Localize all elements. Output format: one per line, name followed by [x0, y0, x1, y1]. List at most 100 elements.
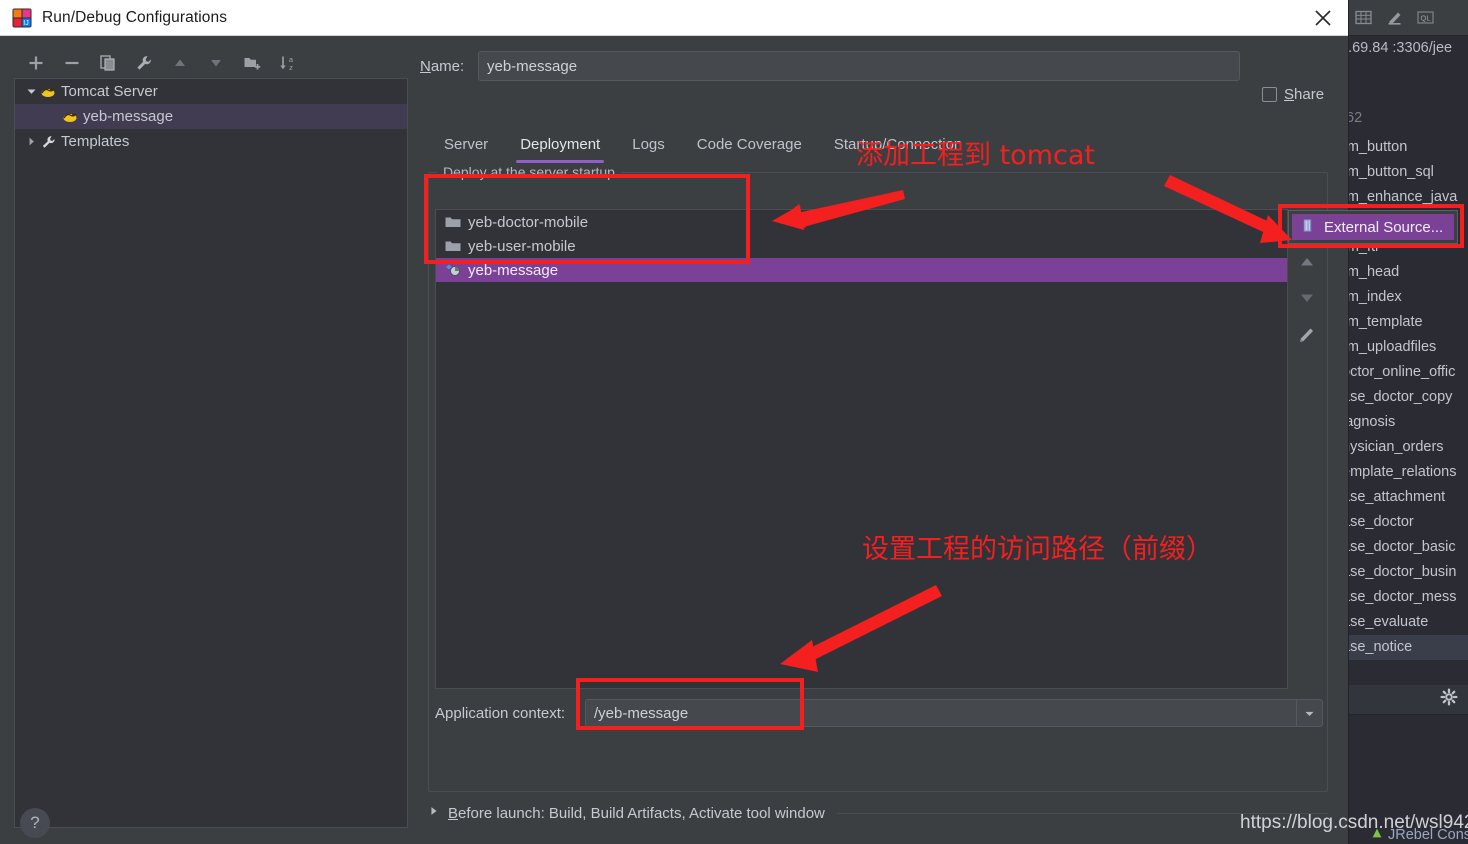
before-launch-section[interactable]: Before launch: Build, Build Artifacts, A… — [428, 801, 1328, 825]
before-launch-label: Before launch: Build, Build Artifacts, A… — [448, 804, 825, 822]
dialog-body: a z Tomcat Server yeb-message Templates ? … — [0, 36, 1348, 844]
share-checkbox[interactable]: Share — [1262, 86, 1324, 103]
background-line-number: 62 — [1346, 110, 1363, 126]
background-table-row[interactable]: octor_online_offic — [1340, 360, 1468, 385]
chevron-down-icon[interactable] — [23, 86, 39, 97]
configurations-tree[interactable]: Tomcat Server yeb-message Templates — [14, 78, 408, 828]
background-table-row[interactable]: hysician_orders — [1340, 435, 1468, 460]
tab-logs[interactable]: Logs — [616, 132, 681, 163]
external-source-popup[interactable]: External Source... — [1288, 210, 1458, 244]
intellij-idea-icon: IJ — [12, 8, 32, 28]
configurations-toolbar: a z — [14, 46, 408, 80]
background-table-row[interactable]: ase_doctor_basic — [1340, 535, 1468, 560]
move-up-deployment-button[interactable] — [1294, 249, 1320, 275]
deployment-list-buttons — [1291, 209, 1323, 689]
wrench-icon[interactable] — [132, 51, 156, 75]
deployment-list-item[interactable]: yeb-message — [436, 258, 1287, 282]
tab-deployment[interactable]: Deployment — [504, 132, 616, 163]
move-up-button[interactable] — [168, 51, 192, 75]
background-gear-bar — [1340, 685, 1468, 715]
background-table-list: 62 rm_button rm_button_sql rm_enhance_java… — [1340, 110, 1468, 690]
tree-item-label: Templates — [61, 133, 130, 150]
remove-configuration-button[interactable] — [60, 51, 84, 75]
expand-triangle-icon[interactable] — [428, 804, 440, 822]
tomcat-icon — [61, 109, 79, 125]
background-toolbar: QL — [1340, 0, 1468, 36]
application-context-label: Application context: — [435, 704, 566, 722]
background-table-row[interactable]: rm_head — [1340, 260, 1468, 285]
tab-server[interactable]: Server — [428, 132, 504, 163]
external-source-menu-item[interactable]: External Source... — [1292, 214, 1454, 240]
edit-deployment-button[interactable] — [1294, 321, 1320, 347]
folder-add-icon[interactable] — [240, 51, 264, 75]
folder-icon — [444, 238, 462, 254]
tab-code-coverage[interactable]: Code Coverage — [681, 132, 818, 163]
background-table-row[interactable]: ase_doctor_copy — [1340, 385, 1468, 410]
background-connection-string: 9.69.84 :3306/jee — [1340, 40, 1453, 56]
background-table-row[interactable]: rm_enhance_java — [1340, 185, 1468, 210]
deployment-list[interactable]: yeb-doctor-mobile yeb-user-mobile yeb-mess… — [435, 209, 1288, 689]
svg-text:QL: QL — [1420, 13, 1430, 22]
deployment-item-label: yeb-message — [468, 261, 559, 279]
wrench-icon — [39, 134, 57, 150]
external-source-icon — [1300, 218, 1315, 237]
add-configuration-button[interactable] — [24, 51, 48, 75]
deployment-list-item[interactable]: yeb-user-mobile — [436, 234, 1287, 258]
move-down-deployment-button[interactable] — [1294, 285, 1320, 311]
close-icon[interactable] — [1312, 7, 1334, 29]
background-table-row[interactable]: rm_uploadfiles — [1340, 335, 1468, 360]
move-down-button[interactable] — [204, 51, 228, 75]
background-table-row[interactable]: ase_doctor_mess — [1340, 585, 1468, 610]
name-label: Name: — [420, 57, 465, 75]
background-table-row[interactable]: ase_doctor_busin — [1340, 560, 1468, 585]
external-source-label: External Source... — [1324, 218, 1444, 236]
svg-text:IJ: IJ — [23, 20, 28, 27]
dialog-titlebar: IJ Run/Debug Configurations — [0, 0, 1348, 36]
table-grid-icon[interactable] — [1354, 8, 1373, 27]
background-table-row[interactable]: rm_template — [1340, 310, 1468, 335]
gear-icon[interactable] — [1440, 688, 1458, 711]
deployment-group-title: Deploy at the server startup — [437, 164, 621, 180]
name-input[interactable] — [478, 51, 1240, 81]
background-table-row[interactable]: ase_notice — [1340, 635, 1468, 660]
background-table-row[interactable]: emplate_relations — [1340, 460, 1468, 485]
screen-root: QL 9.69.84 :3306/jee 62 rm_button rm_butt… — [0, 0, 1468, 844]
configuration-tabs[interactable]: Server Deployment Logs Code Coverage Startup… — [428, 132, 1328, 166]
run-debug-configurations-dialog: IJ Run/Debug Configurations a z Tomcat S… — [0, 0, 1348, 844]
tree-item-templates[interactable]: Templates — [15, 129, 407, 154]
share-label: Share — [1284, 86, 1325, 103]
copy-configuration-button[interactable] — [96, 51, 120, 75]
sort-az-icon[interactable]: a z — [276, 51, 300, 75]
tab-startup-connection[interactable]: Startup/Connection — [818, 132, 978, 163]
help-button[interactable]: ? — [20, 808, 50, 838]
background-table-row[interactable]: rm_button — [1340, 135, 1468, 160]
deployment-item-label: yeb-doctor-mobile — [468, 213, 589, 231]
deployment-list-item[interactable]: yeb-doctor-mobile — [436, 210, 1287, 234]
background-table-row[interactable]: iagnosis — [1340, 410, 1468, 435]
tree-item-label: yeb-message — [83, 108, 174, 125]
dialog-title: Run/Debug Configurations — [42, 8, 228, 26]
tomcat-icon — [39, 84, 57, 100]
background-table-row[interactable]: ase_doctor — [1340, 510, 1468, 535]
tree-item-yeb-message[interactable]: yeb-message — [15, 104, 407, 129]
folder-icon — [444, 214, 462, 230]
background-table-row[interactable]: ase_attachment — [1340, 485, 1468, 510]
background-table-row[interactable]: rm_index — [1340, 285, 1468, 310]
query-language-icon[interactable]: QL — [1416, 8, 1435, 27]
background-table-row[interactable]: ase_evaluate — [1340, 610, 1468, 635]
background-table-row[interactable]: rm_button_sql — [1340, 160, 1468, 185]
svg-text:z: z — [289, 63, 293, 72]
chevron-down-icon[interactable] — [1296, 700, 1322, 726]
tree-item-label: Tomcat Server — [61, 83, 158, 100]
share-checkbox-box[interactable] — [1262, 87, 1277, 102]
application-context-combo[interactable] — [585, 699, 1323, 727]
deployment-item-label: yeb-user-mobile — [468, 237, 576, 255]
name-row: Name: — [420, 50, 1240, 82]
tree-item-tomcat-server[interactable]: Tomcat Server — [15, 79, 407, 104]
deployment-group: Deploy at the server startup yeb-doctor-… — [428, 164, 1328, 792]
application-context-input[interactable] — [586, 704, 1296, 722]
application-context-row: Application context: — [435, 697, 1323, 729]
chevron-right-icon[interactable] — [23, 136, 39, 147]
artifact-icon — [444, 262, 462, 278]
edit-pencil-icon[interactable] — [1385, 8, 1404, 27]
